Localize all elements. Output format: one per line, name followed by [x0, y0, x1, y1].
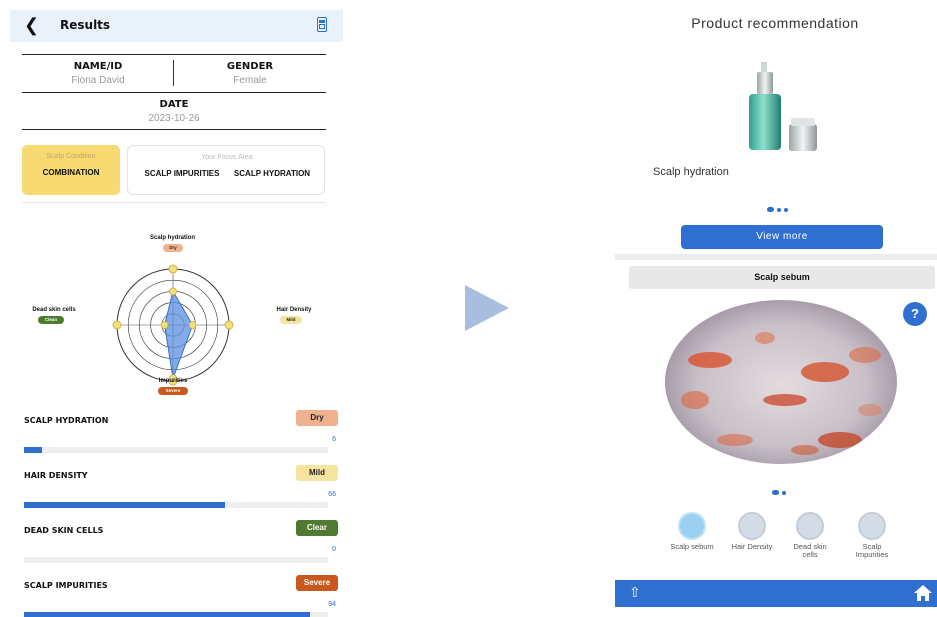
metric-badge: Mild	[296, 465, 338, 481]
section-title: Scalp sebum	[629, 266, 935, 289]
nav-label: Scalp sebum	[670, 542, 714, 551]
nav-scalp-impurities[interactable]: Scalp Impurities	[847, 512, 897, 559]
radar-value-point	[169, 287, 177, 296]
metric-progress-track	[24, 557, 328, 563]
nav-dead-skin-cells[interactable]: Dead skin cells	[785, 512, 835, 559]
product-image[interactable]	[745, 60, 825, 155]
gender-label: GENDER	[226, 61, 274, 72]
scalp-condition-card: Scalp Condition COMBINATION	[22, 145, 120, 195]
nav-hair-density[interactable]: Hair Density	[727, 512, 777, 551]
radar-label-dead-skin: Dead skin cells	[32, 307, 76, 313]
metric-badge: Dry	[296, 410, 338, 426]
transition-arrow-icon	[465, 285, 509, 331]
dead-skin-icon	[796, 512, 824, 540]
metric-progress-fill	[24, 447, 43, 453]
radar-axis-point	[112, 320, 122, 330]
metric-badge: Severe	[296, 575, 338, 591]
radar-axis-point	[168, 264, 178, 274]
radar-area	[164, 290, 194, 381]
metric-name: SCALP HYDRATION	[24, 416, 109, 425]
carousel-dot[interactable]	[784, 207, 788, 212]
metric-progress-fill	[24, 612, 310, 617]
section-divider	[615, 254, 937, 260]
radar-badge-density: Mild	[280, 316, 302, 324]
focus-item: SCALP IMPURITIES	[144, 169, 220, 178]
gender-value: Female	[233, 75, 267, 86]
top-bar: ❮ Results	[10, 10, 343, 42]
nav-label: Dead skin cells	[793, 542, 827, 559]
metric-progress-track	[24, 502, 328, 508]
results-screen: ❮ Results NAME/ID Fiona David GENDER Fem…	[10, 10, 343, 617]
radar-chart: Scalp hydration Dry Hair Density Mild Im…	[10, 210, 343, 410]
product-recommendation-title: Product recommendation	[691, 15, 859, 31]
radar-badge-impurities: Severe	[158, 387, 188, 395]
focus-item: SCALP HYDRATION	[233, 169, 311, 178]
name-value: Fiona David	[71, 75, 125, 86]
metric-row: DEAD SKIN CELLS Clear 0	[22, 513, 342, 567]
metric-progress-track	[24, 447, 328, 453]
name-label: NAME/ID	[73, 61, 123, 72]
view-more-button[interactable]: View more	[681, 225, 883, 249]
detail-screen: Product recommendation Scalp hydration V…	[615, 10, 937, 610]
metric-row: SCALP HYDRATION Dry 6	[22, 403, 342, 457]
scalp-microscope-image	[665, 300, 897, 464]
radar-value-point	[188, 321, 197, 329]
metric-name: HAIR DENSITY	[24, 471, 88, 480]
metric-score: 6	[332, 436, 336, 443]
divider	[22, 129, 326, 130]
radar-label-density: Hair Density	[276, 307, 312, 313]
back-arrow-icon[interactable]: ❮	[24, 15, 39, 36]
carousel-dot[interactable]	[777, 207, 781, 212]
radar-label-impurities: Impurities	[158, 378, 188, 384]
divider	[22, 54, 326, 55]
product-name: Scalp hydration	[653, 166, 729, 178]
hair-density-icon	[738, 512, 766, 540]
metric-progress-track	[24, 612, 328, 617]
carousel-dot-active[interactable]	[767, 207, 774, 212]
divider	[22, 92, 326, 93]
metric-name: DEAD SKIN CELLS	[24, 526, 104, 535]
radar-badge-dead-skin: Clean	[38, 316, 64, 324]
nav-label: Hair Density	[731, 542, 773, 551]
metric-score: 94	[328, 601, 336, 608]
focus-area-label: Your Focus Area	[201, 154, 253, 161]
impurities-icon	[858, 512, 886, 540]
divider	[22, 202, 326, 203]
radar-value-point	[160, 321, 169, 329]
radar-axis-point	[224, 320, 234, 330]
metrics-list: SCALP HYDRATION Dry 6 HAIR DENSITY Mild …	[22, 403, 343, 617]
scalp-condition-value: COMBINATION	[42, 168, 100, 177]
home-icon[interactable]	[913, 584, 933, 602]
metric-progress-fill	[24, 502, 225, 508]
metric-row: SCALP IMPURITIES Severe 94	[22, 568, 342, 617]
focus-area-card: Your Focus Area SCALP IMPURITIES SCALP H…	[127, 145, 325, 195]
metric-score: 0	[332, 546, 336, 553]
carousel-indicator	[767, 207, 788, 212]
carousel-dot[interactable]	[782, 490, 786, 495]
carousel-dot-active[interactable]	[772, 490, 779, 495]
image-carousel-indicator	[772, 490, 786, 495]
metric-name: SCALP IMPURITIES	[24, 581, 108, 590]
radar-badge-hydration: Dry	[163, 244, 183, 252]
bottom-bar: ⇧	[615, 580, 937, 607]
metric-badge: Clear	[296, 520, 338, 536]
metric-row: HAIR DENSITY Mild 66	[22, 458, 342, 512]
page-title: Results	[60, 18, 111, 32]
date-label: DATE	[159, 99, 189, 110]
date-value: 2023-10-26	[148, 113, 200, 124]
radar-label-hydration: Scalp hydration	[149, 235, 195, 241]
sebum-icon	[678, 512, 706, 540]
scalp-condition-label: Scalp Condition	[46, 153, 96, 160]
share-icon[interactable]: ⇧	[629, 584, 641, 601]
nav-label: Scalp Impurities	[855, 542, 889, 559]
nav-scalp-sebum[interactable]: Scalp sebum	[667, 512, 717, 551]
metric-score: 66	[328, 491, 336, 498]
help-icon[interactable]: ?	[903, 302, 927, 326]
save-icon[interactable]	[317, 17, 327, 32]
